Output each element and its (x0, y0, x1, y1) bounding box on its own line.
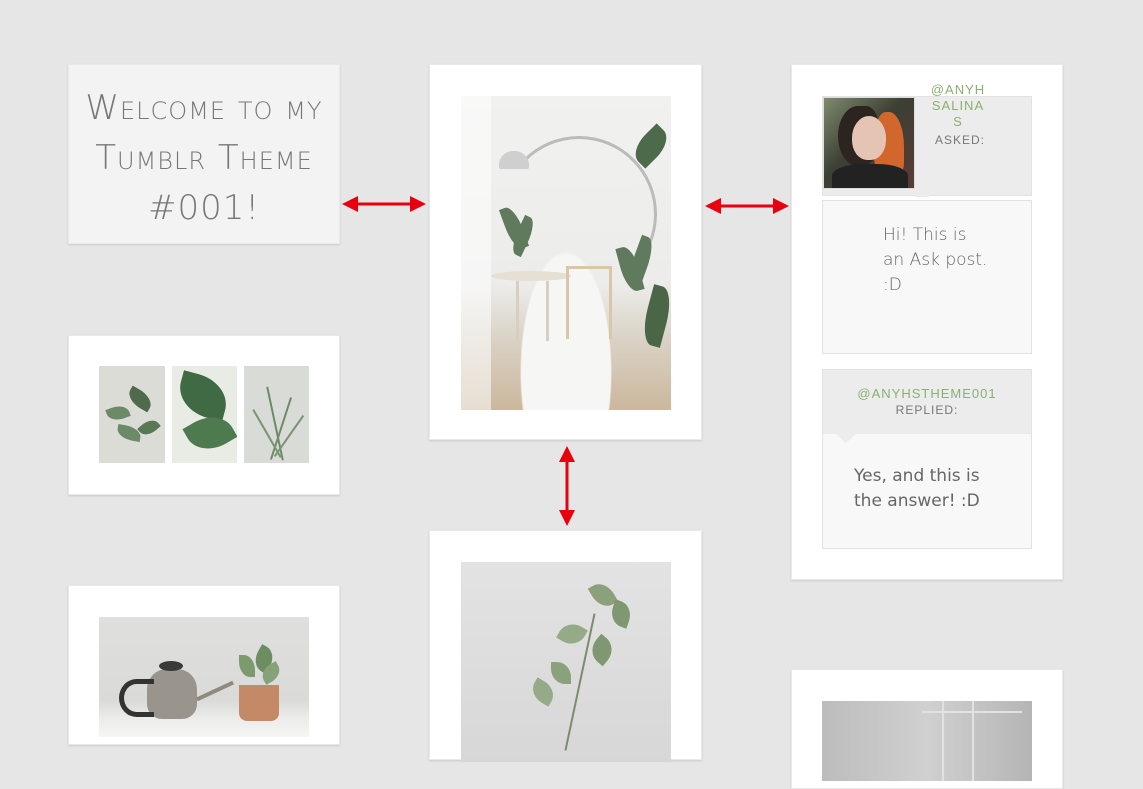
ask-question-text: Hi! This is an Ask post. :D (883, 225, 988, 295)
photoset-post-card[interactable] (68, 335, 340, 495)
kettle-and-pot-photo[interactable] (99, 617, 309, 737)
photo-post-card-window[interactable] (791, 669, 1063, 789)
eucalyptus-branch-photo[interactable] (461, 562, 671, 762)
replied-label: REPLIED: (895, 403, 959, 417)
annotation-arrow-left (342, 196, 426, 212)
photo-post-card-eucalyptus[interactable] (429, 530, 702, 762)
replier-username-link[interactable]: @ANYHSTHEME001 (823, 386, 1031, 401)
photo-post-card-kettle[interactable] (68, 585, 340, 745)
plant-photo-1[interactable] (99, 366, 165, 463)
ask-post-card[interactable]: @ANYHSALINAS ASKED: Hi! This is an Ask p… (791, 64, 1063, 580)
ask-question-box: Hi! This is an Ask post. :D (822, 200, 1032, 354)
welcome-heading: Welcome to my Tumblr Theme #001! (85, 88, 323, 228)
room-interior-photo[interactable] (461, 96, 671, 410)
reply-answer-text: Yes, and this is the answer! :D (854, 466, 980, 511)
reply-answer-box: Yes, and this is the answer! :D (822, 434, 1032, 549)
asker-avatar[interactable] (823, 97, 915, 189)
reply-notch (836, 434, 856, 443)
welcome-title-card: Welcome to my Tumblr Theme #001! (68, 64, 340, 244)
monstera-leaf-photo[interactable] (172, 366, 237, 463)
asker-username-link[interactable]: @ANYHSALINAS (928, 82, 988, 130)
spiky-plant-photo[interactable] (244, 366, 309, 463)
photo-post-card-room[interactable] (429, 64, 702, 440)
gray-window-photo[interactable] (822, 701, 1032, 781)
reply-header: @ANYHSTHEME001 REPLIED: (822, 369, 1032, 435)
asked-label: ASKED: (934, 133, 985, 147)
annotation-arrow-right (705, 198, 789, 214)
annotation-arrow-vertical (559, 446, 575, 526)
